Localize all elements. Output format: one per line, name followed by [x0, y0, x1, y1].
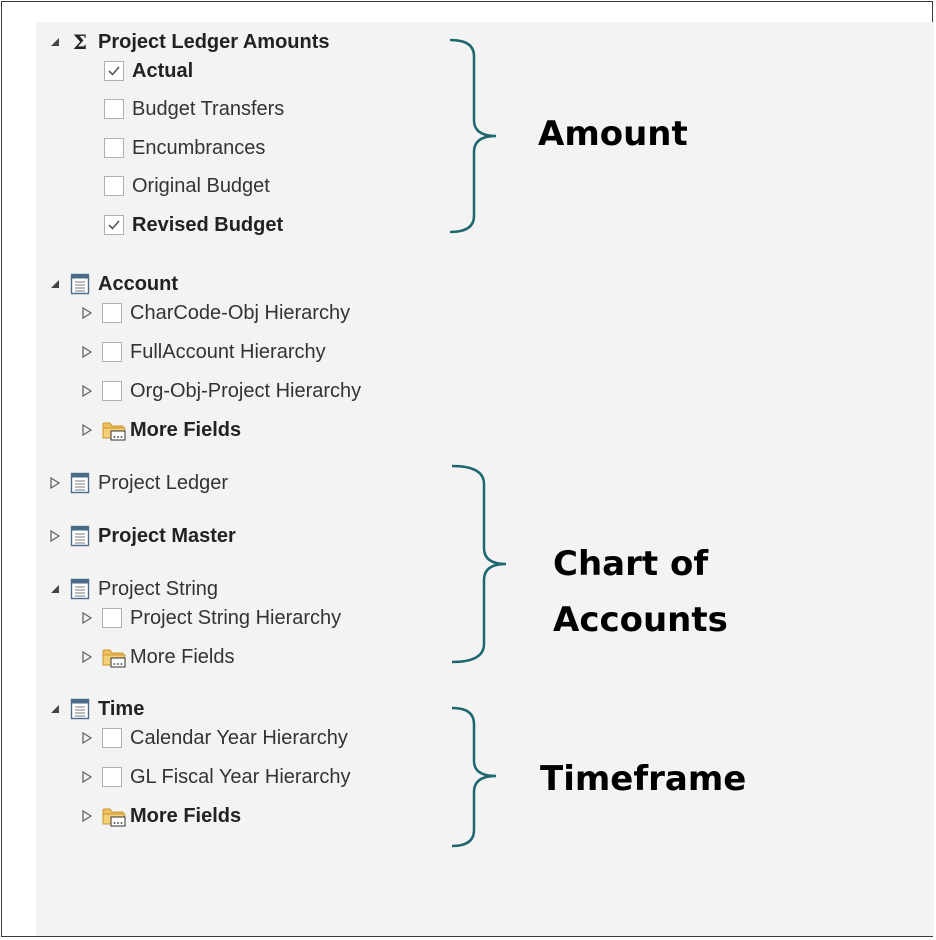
more-fields-label: More Fields	[130, 804, 242, 827]
hierarchy-project-string[interactable]: Project String Hierarchy	[80, 602, 341, 634]
checkbox-org-obj-project[interactable]	[102, 381, 122, 401]
checkbox-encumbrances[interactable]	[104, 138, 124, 158]
node-label: Project String	[98, 577, 219, 600]
measure-budget-transfers[interactable]: Budget Transfers	[104, 93, 284, 125]
annotation-timeframe: Timeframe	[540, 759, 747, 799]
checkbox-calendar-year[interactable]	[102, 728, 122, 748]
more-fields-label: More Fields	[130, 645, 235, 668]
hierarchy-charcode-obj[interactable]: CharCode-Obj Hierarchy	[80, 297, 350, 329]
node-label: Time	[98, 697, 145, 720]
hierarchy-label: GL Fiscal Year Hierarchy	[130, 765, 351, 788]
more-fields-project-string[interactable]: More Fields	[80, 641, 234, 673]
collapsed-triangle-icon[interactable]	[80, 611, 94, 625]
table-icon	[70, 472, 90, 494]
checkbox-gl-fiscal-year[interactable]	[102, 767, 122, 787]
expanded-triangle-icon[interactable]	[48, 702, 62, 716]
checkbox-project-string-hierarchy[interactable]	[102, 608, 122, 628]
collapsed-triangle-icon[interactable]	[80, 384, 94, 398]
more-fields-label: More Fields	[130, 418, 242, 441]
table-icon	[70, 578, 90, 600]
checkmark-icon	[108, 220, 120, 230]
node-label: Project Master	[98, 524, 236, 547]
hierarchy-org-obj-project[interactable]: Org-Obj-Project Hierarchy	[80, 375, 361, 407]
checkbox-revised-budget[interactable]	[104, 215, 124, 235]
checkbox-charcode-obj[interactable]	[102, 303, 122, 323]
expanded-triangle-icon[interactable]	[48, 35, 62, 49]
more-fields-time[interactable]: More Fields	[80, 800, 241, 832]
collapsed-triangle-icon[interactable]	[80, 306, 94, 320]
collapsed-triangle-icon[interactable]	[80, 423, 94, 437]
hierarchy-label: Project String Hierarchy	[130, 606, 342, 629]
hierarchy-calendar-year[interactable]: Calendar Year Hierarchy	[80, 722, 348, 754]
measure-original-budget[interactable]: Original Budget	[104, 170, 270, 202]
annotation-chart-of: Chart of	[553, 544, 709, 584]
measure-label: Budget Transfers	[132, 97, 285, 120]
tree-node-time[interactable]: Time	[48, 693, 144, 725]
annotation-amount: Amount	[538, 114, 688, 154]
hierarchy-gl-fiscal-year[interactable]: GL Fiscal Year Hierarchy	[80, 761, 350, 793]
collapsed-triangle-icon[interactable]	[48, 529, 62, 543]
annotation-accounts: Accounts	[553, 600, 728, 640]
brace-amount	[449, 38, 497, 234]
node-label: Account	[98, 272, 178, 295]
collapsed-triangle-icon[interactable]	[80, 650, 94, 664]
table-icon	[70, 525, 90, 547]
node-label: Project Ledger Amounts	[98, 30, 330, 53]
collapsed-triangle-icon[interactable]	[80, 731, 94, 745]
collapsed-triangle-icon[interactable]	[80, 809, 94, 823]
brace-chart-of-accounts	[451, 464, 507, 664]
hierarchy-label: FullAccount Hierarchy	[130, 340, 326, 363]
more-fields-account[interactable]: More Fields	[80, 414, 241, 446]
folder-icon	[102, 649, 126, 668]
tree-node-project-ledger-amounts[interactable]: Σ Project Ledger Amounts	[48, 26, 330, 58]
collapsed-triangle-icon[interactable]	[48, 476, 62, 490]
hierarchy-label: Calendar Year Hierarchy	[130, 726, 348, 749]
collapsed-triangle-icon[interactable]	[80, 770, 94, 784]
table-icon	[70, 698, 90, 720]
table-icon	[70, 273, 90, 295]
brace-timeframe	[451, 706, 497, 848]
checkbox-fullaccount[interactable]	[102, 342, 122, 362]
tree-node-project-ledger[interactable]: Project Ledger	[48, 467, 228, 499]
tree-node-project-string[interactable]: Project String	[48, 573, 218, 605]
folder-icon	[102, 422, 126, 441]
checkmark-icon	[108, 66, 120, 76]
collapsed-triangle-icon[interactable]	[80, 345, 94, 359]
measure-revised-budget[interactable]: Revised Budget	[104, 209, 283, 241]
expanded-triangle-icon[interactable]	[48, 277, 62, 291]
measure-encumbrances[interactable]: Encumbrances	[104, 132, 265, 164]
measure-label: Actual	[132, 59, 194, 82]
folder-icon	[102, 808, 126, 827]
hierarchy-label: CharCode-Obj Hierarchy	[130, 301, 351, 324]
hierarchy-label: Org-Obj-Project Hierarchy	[130, 379, 362, 402]
sigma-icon: Σ	[72, 30, 88, 54]
measure-label: Encumbrances	[132, 136, 266, 159]
hierarchy-fullaccount[interactable]: FullAccount Hierarchy	[80, 336, 326, 368]
measure-label: Revised Budget	[132, 213, 284, 236]
node-label: Project Ledger	[98, 471, 229, 494]
expanded-triangle-icon[interactable]	[48, 582, 62, 596]
tree-node-project-master[interactable]: Project Master	[48, 520, 236, 552]
checkbox-budget-transfers[interactable]	[104, 99, 124, 119]
checkbox-actual[interactable]	[104, 61, 124, 81]
measure-label: Original Budget	[132, 174, 270, 197]
measure-actual[interactable]: Actual	[104, 55, 193, 87]
checkbox-original-budget[interactable]	[104, 176, 124, 196]
tree-node-account[interactable]: Account	[48, 268, 178, 300]
